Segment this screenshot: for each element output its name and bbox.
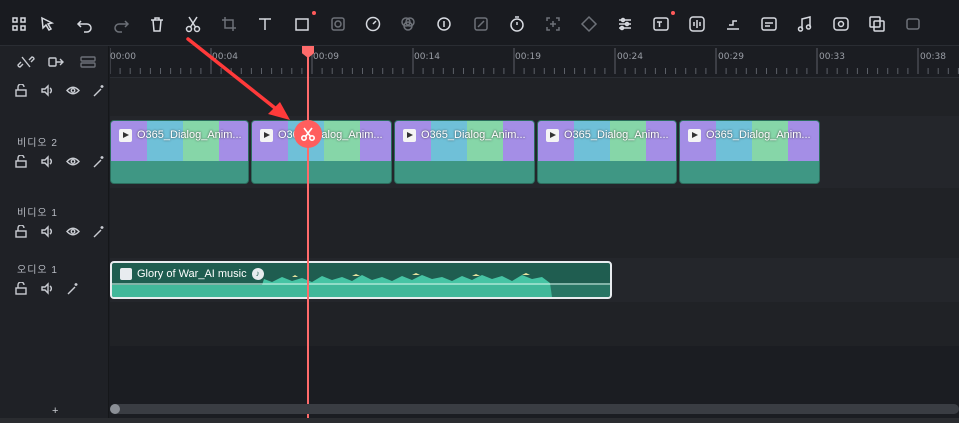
color-icon[interactable] — [397, 13, 419, 35]
clip-strip — [111, 161, 248, 183]
track-lane-empty — [110, 302, 959, 346]
play-icon — [119, 129, 132, 142]
volume-icon[interactable] — [40, 155, 56, 169]
clip-strip — [538, 161, 676, 183]
timer-icon[interactable] — [506, 13, 528, 35]
lock-icon[interactable] — [14, 83, 30, 98]
lock-icon[interactable] — [14, 281, 30, 296]
clip-label: O365_Dialog_Anim... — [564, 129, 669, 141]
video-clip[interactable]: O365_Dialog_Anim... — [394, 120, 535, 184]
horizontal-scrollbar[interactable] — [110, 404, 959, 414]
ai-badge-icon: ♪ — [251, 268, 264, 280]
magic-icon[interactable] — [66, 282, 82, 296]
volume-icon[interactable] — [40, 84, 56, 98]
split-audio-icon[interactable] — [722, 13, 744, 35]
music-icon[interactable] — [794, 13, 816, 35]
clip-label: O365_Dialog_Anim... — [137, 129, 242, 141]
eye-icon[interactable] — [66, 225, 82, 239]
voice-icon[interactable] — [830, 13, 852, 35]
redo-icon[interactable] — [110, 13, 132, 35]
bottom-strip — [0, 418, 959, 423]
scrollbar-handle[interactable] — [110, 404, 120, 414]
video-clip[interactable]: O365_Dialog_Anim... — [537, 120, 677, 184]
tick-label: 00:29 — [718, 52, 744, 62]
audio-clip-header: Glory of War_AI music ♪ — [120, 268, 264, 280]
play-icon — [403, 129, 416, 142]
track-controls — [14, 83, 108, 98]
keyframe-icon[interactable] — [578, 13, 600, 35]
lock-icon[interactable] — [14, 224, 30, 239]
undo-icon[interactable] — [74, 13, 96, 35]
track-name: 비디오 2 — [17, 138, 58, 149]
track-tools — [0, 46, 109, 78]
magic-icon[interactable] — [92, 84, 108, 98]
translate-icon[interactable] — [866, 13, 888, 35]
adjust-icon[interactable] — [614, 13, 636, 35]
track-controls — [14, 224, 108, 239]
clip-label: O365_Dialog_Anim... — [421, 129, 526, 141]
delete-icon[interactable] — [146, 13, 168, 35]
freeze-icon[interactable] — [542, 13, 564, 35]
clip-thumbnails — [395, 121, 534, 163]
tick-label: 00:38 — [920, 52, 946, 62]
tick-label: 00:19 — [515, 52, 541, 62]
tick-label: 00:09 — [313, 52, 339, 62]
edit-icon[interactable] — [470, 13, 492, 35]
timeline-empty-area — [110, 346, 959, 402]
track-controls — [14, 281, 82, 296]
notification-dot — [312, 11, 316, 15]
tick-label: 00:14 — [414, 52, 440, 62]
lock-icon[interactable] — [14, 154, 30, 169]
clip-thumbnails — [680, 121, 819, 163]
play-icon — [688, 129, 701, 142]
tick-label: 00:33 — [819, 52, 845, 62]
link-icon[interactable] — [47, 54, 65, 70]
clip-label: O365_Dialog_Anim... — [706, 129, 811, 141]
clip-strip — [395, 161, 534, 183]
speed-icon[interactable] — [362, 13, 384, 35]
clip-strip — [252, 161, 391, 183]
mask-icon[interactable] — [327, 13, 349, 35]
track-list-icon[interactable] — [79, 54, 97, 70]
eye-icon[interactable] — [66, 155, 82, 169]
audio-wave-icon[interactable] — [686, 13, 708, 35]
unlink-icon[interactable] — [17, 54, 35, 70]
tick-label: 00:24 — [617, 52, 643, 62]
audio-clip[interactable]: Glory of War_AI music ♪ — [110, 261, 612, 299]
track-name: 비디오 1 — [17, 208, 58, 219]
volume-icon[interactable] — [40, 225, 56, 239]
annotation-arrow — [186, 37, 290, 120]
video-clip[interactable]: O365_Dialog_Anim... — [679, 120, 820, 184]
audio-clip-label: Glory of War_AI music — [137, 268, 247, 280]
ai-audio-icon[interactable] — [434, 13, 456, 35]
add-track-button[interactable]: + — [52, 405, 58, 417]
eye-icon[interactable] — [66, 84, 82, 98]
play-icon — [546, 129, 559, 142]
select-icon[interactable] — [37, 13, 59, 35]
clip-thumbnails — [538, 121, 676, 163]
ai-caption-icon[interactable] — [758, 13, 780, 35]
track-controls — [14, 154, 108, 169]
ai-text-icon[interactable] — [650, 11, 675, 35]
track-name: 오디오 1 — [17, 265, 58, 276]
clip-strip — [680, 161, 819, 183]
volume-icon[interactable] — [40, 282, 56, 296]
notification-dot — [671, 11, 675, 15]
track-lane-video-1[interactable] — [110, 188, 959, 258]
more-icon[interactable] — [902, 13, 924, 35]
tick-label: 00:00 — [110, 52, 136, 62]
playhead-line[interactable] — [307, 46, 309, 423]
magic-icon[interactable] — [92, 155, 108, 169]
toolbar — [0, 0, 959, 46]
grid-icon[interactable] — [8, 13, 30, 35]
magic-icon[interactable] — [92, 225, 108, 239]
play-icon — [260, 129, 273, 142]
music-note-icon — [120, 268, 132, 280]
